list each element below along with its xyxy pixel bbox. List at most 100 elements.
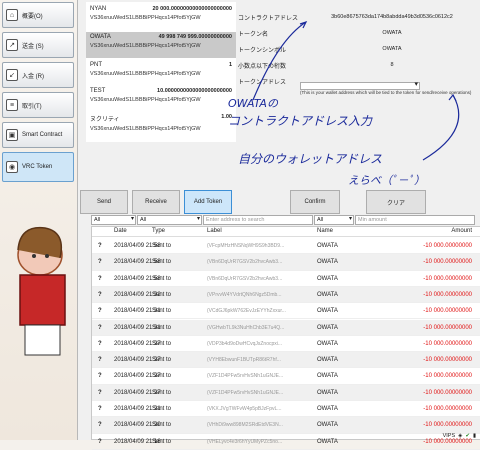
row-amount: -10 000.00000000 (423, 340, 472, 347)
token-item-nyan[interactable]: NYAN 20 000.00000000000000000000 VS36xruu… (86, 4, 236, 30)
unconfirmed-icon: ? (98, 340, 102, 347)
character-illustration (17, 226, 66, 356)
table-row[interactable]: ? 2018/04/09 21:32 Sent to (VPrvvW4YVdrtQNh… (92, 286, 480, 304)
name-filter[interactable]: All (314, 215, 354, 225)
row-label: (VBn6DqUrR7GSV2b2hvcAwb3... (207, 259, 283, 266)
table-row[interactable]: ? 2018/04/09 21:31 Sent to (VGHwbTL9k3NuHhC… (92, 319, 480, 336)
token-balance: 1 (228, 62, 232, 68)
unconfirmed-icon: ? (98, 291, 102, 298)
table-row[interactable]: ? 2018/04/09 21:58 Sent to (VBn6DqUrR7GSV2b… (92, 271, 480, 287)
unconfirmed-icon: ? (98, 389, 102, 396)
confirm-button[interactable]: Confirm (290, 190, 340, 214)
unconfirmed-icon: ? (98, 324, 102, 331)
token-symbol-value: OWATA (382, 46, 402, 52)
clear-button[interactable]: クリア (366, 190, 426, 214)
sidebar-item-receive[interactable]: ↙ 入金 (R) (2, 62, 74, 88)
sidebar-item-send[interactable]: ↗ 送金 (S) (2, 32, 74, 58)
token-balance: 49 998 749 999.00000000000 (158, 34, 232, 40)
sync-check-icon: ✔ (465, 433, 470, 439)
table-row[interactable]: ? 2018/04/09 21:21 Sent to (VKX.JVgTWFvW4p5… (92, 401, 480, 418)
unconfirmed-icon: ? (98, 406, 102, 412)
sidebar-item-transactions[interactable]: ≡ 取引(T) (2, 92, 74, 118)
add-token-button[interactable]: Add Token (184, 190, 232, 214)
token-list[interactable]: NYAN 20 000.00000000000000000000 VS36xruu… (86, 2, 236, 142)
token-address-select[interactable] (300, 80, 420, 90)
row-amount: -10 000.00000000 (423, 422, 472, 429)
column-amount[interactable]: Amount (451, 228, 472, 234)
row-type: Sent to (152, 373, 172, 380)
row-type: Sent to (152, 308, 172, 315)
status-bar: VIPS ◈ ✔ ▮ (443, 433, 476, 439)
row-type: Sent to (152, 324, 172, 331)
annotation-wallet: 自分のウォレットアドレス (238, 152, 383, 166)
token-symbol-label: トークンシンボル (238, 47, 287, 54)
token-address-label: トークンアドレス (238, 79, 287, 86)
address-search-input[interactable]: Enter address to search (203, 215, 313, 225)
row-type: Sent to (152, 357, 172, 364)
row-type: Sent to (152, 389, 172, 396)
sidebar-item-smart-contract[interactable]: ▣ Smart Contract (2, 122, 74, 148)
token-address: VS36xruuWedS1LBBBiPPHqcs14Pfot5YjGW (90, 126, 201, 132)
sidebar-item-label: 送金 (S) (22, 43, 44, 50)
table-row[interactable]: ? 2018/04/09 21:27 Sent to (VZF1D4PFw5rvHvS… (92, 384, 480, 401)
row-label: (VZF1D4PFw5rvHvSNh1uGNJE... (207, 373, 284, 380)
type-filter[interactable]: All (137, 215, 202, 225)
receive-button[interactable]: Receive (132, 190, 180, 214)
row-amount: -10 000.00000000 (423, 373, 472, 380)
row-amount: -10 000.00000000 (423, 291, 472, 298)
row-name: OWATA (317, 438, 338, 445)
sidebar-item-label: 取引(T) (22, 103, 42, 110)
row-name: OWATA (317, 422, 338, 429)
receive-icon: ↙ (6, 69, 18, 81)
table-row[interactable]: ? 2018/04/09 21:27 Sent to (VYH8EbwunF1BUTp… (92, 352, 480, 369)
unconfirmed-icon: ? (98, 308, 102, 315)
token-name-value: OWATA (382, 30, 402, 36)
token-item-owata[interactable]: OWATA 49 998 749 999.00000000000 VS36xruu… (86, 32, 236, 58)
token-address: VS36xruuWedS1LBBBiPPHqcs14Pfot5YjGW (90, 43, 201, 49)
token-item-test[interactable]: TEST 10.0000000000000000000000 VS36xruuWe… (86, 86, 236, 112)
date-filter[interactable]: All (91, 215, 136, 225)
table-row[interactable]: ? 2018/04/09 21:20 Sent to (VHhDi9ww898M2SR… (92, 417, 480, 434)
row-name: OWATA (317, 389, 338, 396)
column-type[interactable]: Type (152, 228, 165, 234)
min-amount-input[interactable]: Min amount (355, 215, 475, 225)
table-row[interactable]: ? 2018/04/09 21:27 Sent to (VDP3b4d9oDwHCvq… (92, 336, 480, 353)
column-label[interactable]: Label (207, 228, 222, 234)
row-amount: -10 000.00000000 (423, 357, 472, 364)
staking-icon: ◈ (458, 433, 463, 439)
sidebar-item-vrc-token[interactable]: ◉ VRC Token (2, 152, 74, 182)
row-amount: -10 000.00000000 (423, 389, 472, 396)
unconfirmed-icon: ? (98, 373, 102, 380)
row-type: Sent to (152, 422, 172, 429)
column-name[interactable]: Name (317, 228, 333, 234)
table-row[interactable]: ? 2018/04/09 21:58 Sent to (VBn6DqUrR7GSV2b… (92, 254, 480, 271)
sidebar-item-overview[interactable]: ⌂ 概要(O) (2, 2, 74, 28)
token-name: ヌクリティ (90, 117, 120, 123)
row-name: OWATA (317, 308, 338, 315)
row-type: Sent to (152, 291, 172, 298)
token-item-nukuriti[interactable]: ヌクリティ 1.00 VS36xruuWedS1LBBBiPPHqcs14Pfot… (86, 112, 236, 138)
send-button[interactable]: Send (80, 190, 128, 214)
token-address: VS36xruuWedS1LBBBiPPHqcs14Pfot5YjGW (90, 15, 201, 21)
unconfirmed-icon: ? (98, 422, 102, 429)
contract-icon: ▣ (6, 129, 18, 141)
annotation-contract: コントラクトアドレス入力 (228, 114, 373, 128)
table-row[interactable]: ? 2018/04/09 21:58 Sent to (VFcpMHzHNSNqWH9… (92, 238, 480, 255)
table-row[interactable]: ? 2018/04/09 21:31 Sent to (VCdGJ6pkW762EvJ… (92, 303, 480, 320)
row-type: Sent to (152, 275, 172, 282)
sidebar-item-label: 概要(O) (22, 13, 43, 20)
send-icon: ↗ (6, 39, 18, 51)
table-row[interactable]: ? 2018/04/09 21:16 Sent to (VHELyvc4e3r6hYy… (92, 434, 480, 450)
row-name: OWATA (317, 275, 338, 282)
row-name: OWATA (317, 243, 338, 249)
unconfirmed-icon: ? (98, 357, 102, 364)
row-label: (VCdGJ6pkW762EvJzEYYhZxxur... (207, 308, 286, 315)
column-date[interactable]: Date (114, 228, 127, 234)
contract-address-input[interactable]: 3b60e8675763da174b8abdda49b3d0536c0612c2 (306, 14, 478, 20)
token-item-pnt[interactable]: PNT 1 VS36xruuWedS1LBBBiPPHqcs14Pfot5YjGW (86, 60, 236, 86)
row-type: Sent to (152, 406, 172, 412)
token-balance: 20 000.00000000000000000000 (152, 6, 232, 12)
token-address: VS36xruuWedS1LBBBiPPHqcs14Pfot5YjGW (90, 97, 201, 103)
row-name: OWATA (317, 291, 338, 298)
table-row[interactable]: ? 2018/04/09 21:27 Sent to (VZF1D4PFw5rvHvS… (92, 368, 480, 385)
